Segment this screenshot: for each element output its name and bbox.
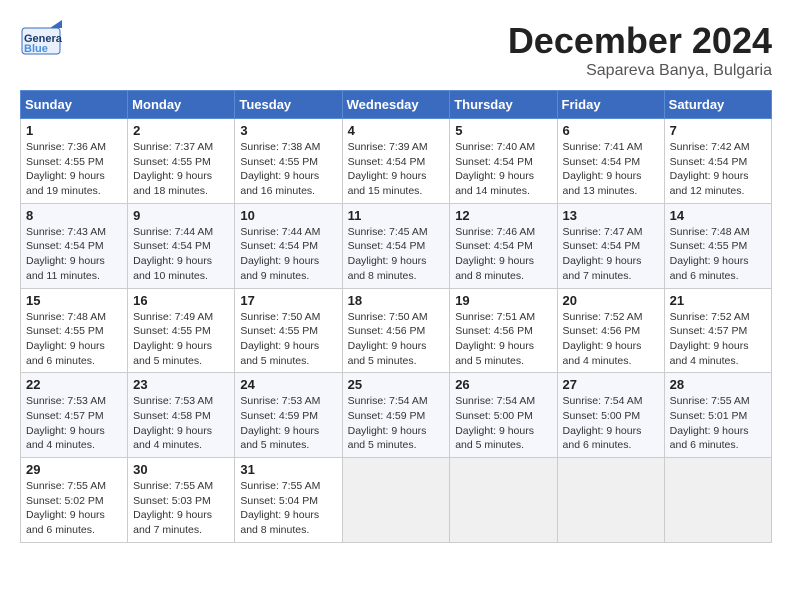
table-row: 6Sunrise: 7:41 AMSunset: 4:54 PMDaylight… (557, 119, 664, 204)
col-saturday: Saturday (664, 91, 771, 119)
table-row (664, 458, 771, 543)
table-row (557, 458, 664, 543)
table-row: 13Sunrise: 7:47 AMSunset: 4:54 PMDayligh… (557, 203, 664, 288)
table-row (450, 458, 557, 543)
table-row: 12Sunrise: 7:46 AMSunset: 4:54 PMDayligh… (450, 203, 557, 288)
page-header: General Blue December 2024 Sapareva Bany… (20, 20, 772, 80)
table-row: 22Sunrise: 7:53 AMSunset: 4:57 PMDayligh… (21, 373, 128, 458)
table-row: 17Sunrise: 7:50 AMSunset: 4:55 PMDayligh… (235, 288, 342, 373)
table-row: 28Sunrise: 7:55 AMSunset: 5:01 PMDayligh… (664, 373, 771, 458)
table-row: 16Sunrise: 7:49 AMSunset: 4:55 PMDayligh… (128, 288, 235, 373)
calendar-row-2: 8Sunrise: 7:43 AMSunset: 4:54 PMDaylight… (21, 203, 772, 288)
col-wednesday: Wednesday (342, 91, 450, 119)
calendar-row-4: 22Sunrise: 7:53 AMSunset: 4:57 PMDayligh… (21, 373, 772, 458)
table-row: 15Sunrise: 7:48 AMSunset: 4:55 PMDayligh… (21, 288, 128, 373)
table-row: 25Sunrise: 7:54 AMSunset: 4:59 PMDayligh… (342, 373, 450, 458)
table-row (342, 458, 450, 543)
calendar-row-5: 29Sunrise: 7:55 AMSunset: 5:02 PMDayligh… (21, 458, 772, 543)
table-row: 4Sunrise: 7:39 AMSunset: 4:54 PMDaylight… (342, 119, 450, 204)
table-row: 7Sunrise: 7:42 AMSunset: 4:54 PMDaylight… (664, 119, 771, 204)
location: Sapareva Banya, Bulgaria (508, 62, 772, 80)
table-row: 23Sunrise: 7:53 AMSunset: 4:58 PMDayligh… (128, 373, 235, 458)
table-row: 20Sunrise: 7:52 AMSunset: 4:56 PMDayligh… (557, 288, 664, 373)
table-row: 30Sunrise: 7:55 AMSunset: 5:03 PMDayligh… (128, 458, 235, 543)
table-row: 9Sunrise: 7:44 AMSunset: 4:54 PMDaylight… (128, 203, 235, 288)
col-tuesday: Tuesday (235, 91, 342, 119)
calendar-row-1: 1Sunrise: 7:36 AMSunset: 4:55 PMDaylight… (21, 119, 772, 204)
calendar-row-3: 15Sunrise: 7:48 AMSunset: 4:55 PMDayligh… (21, 288, 772, 373)
table-row: 31Sunrise: 7:55 AMSunset: 5:04 PMDayligh… (235, 458, 342, 543)
table-row: 29Sunrise: 7:55 AMSunset: 5:02 PMDayligh… (21, 458, 128, 543)
calendar-cell-1: 1Sunrise: 7:36 AMSunset: 4:55 PMDaylight… (21, 119, 128, 204)
table-row: 3Sunrise: 7:38 AMSunset: 4:55 PMDaylight… (235, 119, 342, 204)
logo-svg: General Blue (20, 20, 62, 67)
title-block: December 2024 Sapareva Banya, Bulgaria (508, 20, 772, 80)
logo: General Blue (20, 20, 62, 67)
col-thursday: Thursday (450, 91, 557, 119)
month-title: December 2024 (508, 20, 772, 62)
col-friday: Friday (557, 91, 664, 119)
col-monday: Monday (128, 91, 235, 119)
table-row: 2Sunrise: 7:37 AMSunset: 4:55 PMDaylight… (128, 119, 235, 204)
table-row: 19Sunrise: 7:51 AMSunset: 4:56 PMDayligh… (450, 288, 557, 373)
calendar-table: Sunday Monday Tuesday Wednesday Thursday… (20, 90, 772, 543)
table-row: 27Sunrise: 7:54 AMSunset: 5:00 PMDayligh… (557, 373, 664, 458)
table-row: 18Sunrise: 7:50 AMSunset: 4:56 PMDayligh… (342, 288, 450, 373)
table-row: 26Sunrise: 7:54 AMSunset: 5:00 PMDayligh… (450, 373, 557, 458)
svg-text:Blue: Blue (24, 43, 48, 55)
table-row: 5Sunrise: 7:40 AMSunset: 4:54 PMDaylight… (450, 119, 557, 204)
table-row: 24Sunrise: 7:53 AMSunset: 4:59 PMDayligh… (235, 373, 342, 458)
table-row: 14Sunrise: 7:48 AMSunset: 4:55 PMDayligh… (664, 203, 771, 288)
table-row: 8Sunrise: 7:43 AMSunset: 4:54 PMDaylight… (21, 203, 128, 288)
col-sunday: Sunday (21, 91, 128, 119)
table-row: 11Sunrise: 7:45 AMSunset: 4:54 PMDayligh… (342, 203, 450, 288)
table-row: 21Sunrise: 7:52 AMSunset: 4:57 PMDayligh… (664, 288, 771, 373)
calendar-header-row: Sunday Monday Tuesday Wednesday Thursday… (21, 91, 772, 119)
table-row: 10Sunrise: 7:44 AMSunset: 4:54 PMDayligh… (235, 203, 342, 288)
